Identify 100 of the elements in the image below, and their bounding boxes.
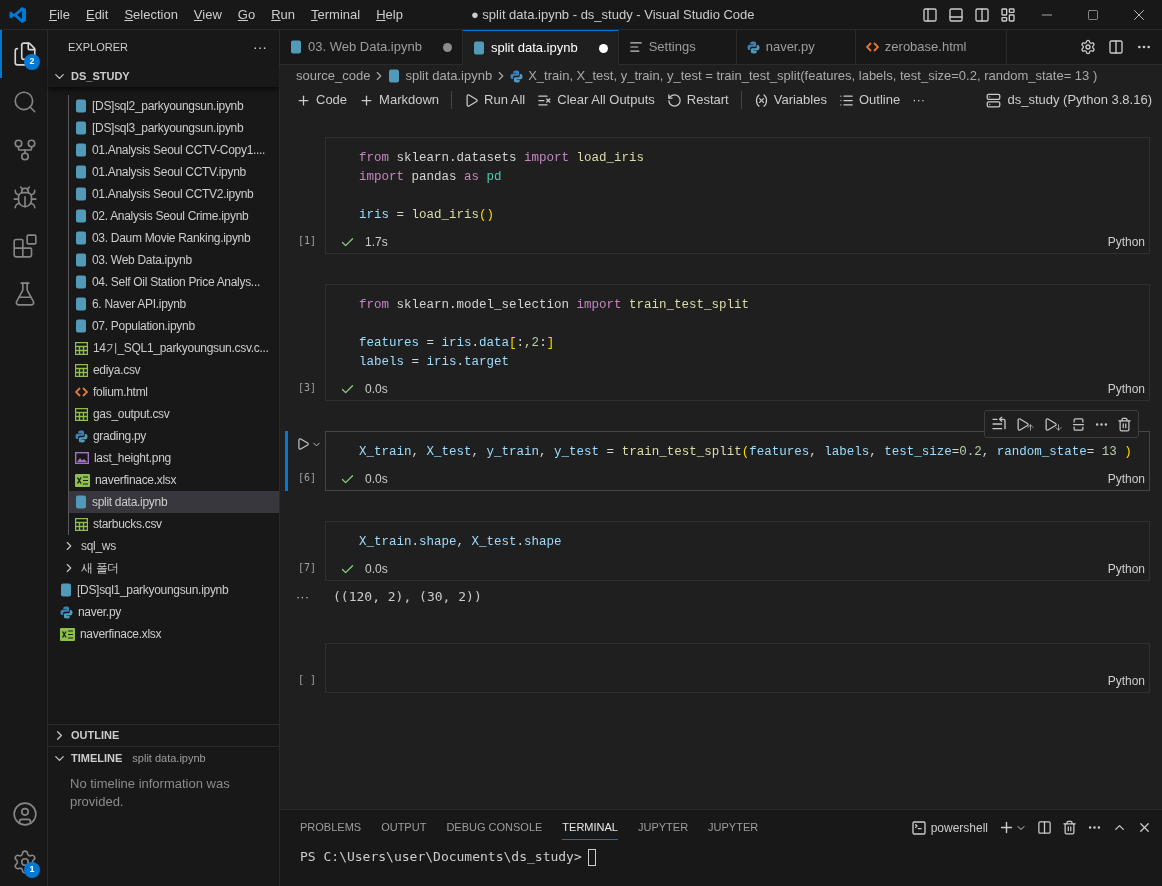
- notebook-icon: [75, 187, 87, 201]
- cell-language[interactable]: Python: [1107, 672, 1145, 690]
- toolbar-button[interactable]: Restart: [660, 90, 735, 110]
- window-title: ● split data.ipynb - ds_study - Visual Studio Code: [470, 5, 755, 24]
- panel-tab[interactable]: JUPYTER: [637, 814, 689, 841]
- editor-tab[interactable]: naver.py: [736, 30, 856, 65]
- file-row[interactable]: grading.py: [69, 425, 279, 447]
- run-above-icon[interactable]: [1015, 416, 1035, 432]
- split-terminal-icon[interactable]: [1037, 820, 1052, 835]
- terminal-cursor: [587, 848, 596, 866]
- outline-section-header[interactable]: OUTLINE: [48, 724, 279, 746]
- file-row[interactable]: naverfinace.xlsx: [69, 469, 279, 491]
- editor-tab[interactable]: zerobase.html: [855, 30, 1008, 65]
- file-row[interactable]: gas_output.csv: [69, 403, 279, 425]
- breadcrumb-item[interactable]: X_train, X_test, y_train, y_test = train_test_split(features, labels, test_size=0.2, random_state= 13 ): [528, 66, 1098, 86]
- editor-tab[interactable]: 03. Web Data.ipynb: [280, 30, 463, 65]
- menu-item[interactable]: File: [41, 4, 78, 25]
- toggle-panel-icon[interactable]: [948, 6, 964, 23]
- python-icon: [510, 69, 524, 83]
- breadcrumb-item[interactable]: source_code: [296, 66, 371, 86]
- plus-icon[interactable]: [998, 819, 1015, 836]
- file-row[interactable]: split data.ipynb: [69, 491, 279, 513]
- file-row[interactable]: 01.Analysis Seoul CCTV2.ipynb: [69, 183, 279, 205]
- delete-icon[interactable]: [1117, 416, 1132, 432]
- cell-language[interactable]: Python: [1107, 233, 1145, 251]
- terminal-profile[interactable]: powershell: [910, 818, 988, 837]
- run-cell-button[interactable]: [296, 437, 310, 451]
- settings-icon[interactable]: [1080, 39, 1096, 55]
- file-row[interactable]: last_height.png: [69, 447, 279, 469]
- menu-item[interactable]: Help: [368, 4, 411, 25]
- folder-row[interactable]: 새 폴더: [48, 557, 279, 579]
- toolbar-button[interactable]: Markdown: [353, 90, 446, 110]
- file-row[interactable]: 03. Daum Movie Ranking.ipynb: [69, 227, 279, 249]
- code-line: from sklearn.datasets import load_iris: [359, 150, 645, 167]
- file-row[interactable]: 6. Naver API.ipynb: [69, 293, 279, 315]
- menu-item[interactable]: Run: [263, 4, 304, 25]
- toggle-sidebar-icon[interactable]: [922, 6, 938, 23]
- panel-tab[interactable]: PROBLEMS: [300, 814, 362, 841]
- file-row[interactable]: naverfinace.xlsx: [48, 623, 279, 645]
- file-row[interactable]: ediya.csv: [69, 359, 279, 381]
- python-icon: [746, 40, 760, 54]
- file-row[interactable]: [DS]sql1_parkyoungsun.ipynb: [48, 579, 279, 601]
- maximize-icon[interactable]: [1087, 8, 1099, 21]
- editor-tab[interactable]: split data.ipynb: [462, 30, 619, 65]
- code-cell[interactable]: from sklearn.datasets import load_iris import pandas as pd iris = load_iris() 1.7s Python: [325, 137, 1150, 254]
- kernel-picker[interactable]: ds_study (Python 3.8.16): [986, 90, 1152, 110]
- panel-tab[interactable]: TERMINAL: [562, 814, 618, 841]
- menu-item[interactable]: Edit: [77, 4, 117, 25]
- split-editor-icon[interactable]: [1108, 39, 1124, 55]
- layout-icon[interactable]: [1000, 6, 1016, 23]
- run-below-icon[interactable]: [1043, 416, 1063, 432]
- code-cell[interactable]: from sklearn.model_selection import train_test_split features = iris.data[:,2:] labels = iris.target 0.0s Python: [325, 284, 1150, 401]
- output-marker[interactable]: ···: [280, 587, 325, 607]
- folder-row[interactable]: sql_ws: [48, 535, 279, 557]
- split-cell-icon[interactable]: [1071, 416, 1086, 432]
- file-row[interactable]: folium.html: [69, 381, 279, 403]
- account-icon: [12, 801, 38, 827]
- close-icon[interactable]: [1137, 820, 1152, 835]
- file-row[interactable]: [DS]sql3_parkyoungsun.ipynb: [69, 117, 279, 139]
- file-row[interactable]: 03. Web Data.ipynb: [69, 249, 279, 271]
- file-row[interactable]: 02. Analysis Seoul Crime.ipynb: [69, 205, 279, 227]
- run-by-line-icon[interactable]: [991, 416, 1007, 432]
- menu-item[interactable]: Terminal: [303, 4, 369, 25]
- activity-settings-item[interactable]: 1: [0, 838, 48, 886]
- file-row[interactable]: 07. Population.ipynb: [69, 315, 279, 337]
- more-actions-button[interactable]: ···: [253, 37, 267, 58]
- panel-tab[interactable]: OUTPUT: [381, 814, 427, 841]
- toolbar-button[interactable]: Variables: [747, 90, 833, 110]
- app-logo-icon: [9, 5, 27, 24]
- section-title: OUTLINE: [71, 728, 120, 744]
- menu-item[interactable]: View: [185, 4, 230, 25]
- toolbar-button[interactable]: Code: [290, 90, 354, 110]
- panel-tab[interactable]: DEBUG CONSOLE: [446, 814, 543, 841]
- code-cell[interactable]: Python: [325, 643, 1150, 693]
- toolbar-button[interactable]: Run All: [458, 90, 532, 110]
- cell-language[interactable]: Python: [1107, 560, 1145, 578]
- file-row[interactable]: 01.Analysis Seoul CCTV-Copy1....: [69, 139, 279, 161]
- panel-tab[interactable]: JUPYTER: [708, 814, 759, 841]
- cell-language[interactable]: Python: [1107, 380, 1145, 398]
- file-row[interactable]: 01.Analysis Seoul CCTV.ipynb: [69, 161, 279, 183]
- menu-item[interactable]: Go: [229, 4, 264, 25]
- more-button[interactable]: ···: [906, 90, 932, 110]
- menu-item[interactable]: Selection: [116, 4, 186, 25]
- code-cell[interactable]: X_train.shape, X_test.shape 0.0s Python: [325, 521, 1150, 581]
- code-line: labels = iris.target: [359, 354, 510, 371]
- delete-icon[interactable]: [1062, 820, 1077, 835]
- file-row[interactable]: starbucks.csv: [69, 513, 279, 535]
- code-cell[interactable]: X_train, X_test, y_train, y_test = train_test_split(features, labels, test_size=0.2, random_state= 13 ) 0.0s Python: [325, 431, 1150, 491]
- editor-tab[interactable]: Settings: [618, 30, 737, 65]
- file-row[interactable]: naver.py: [48, 601, 279, 623]
- workspace-folder-header[interactable]: DS_STUDY: [48, 65, 279, 87]
- file-row[interactable]: 14기_SQL1_parkyoungsun.csv.c...: [69, 337, 279, 359]
- toolbar-button[interactable]: Clear All Outputs: [531, 90, 661, 110]
- file-row[interactable]: 04. Self Oil Station Price Analys...: [69, 271, 279, 293]
- cell-language[interactable]: Python: [1107, 470, 1145, 488]
- file-row[interactable]: [DS]sql2_parkyoungsun.ipynb: [69, 95, 279, 117]
- breadcrumb-item[interactable]: split data.ipynb: [405, 66, 493, 86]
- toggle-secondary-sidebar-icon[interactable]: [974, 6, 990, 23]
- toolbar-button[interactable]: Outline: [832, 90, 907, 110]
- execution-time: 0.0s: [365, 561, 388, 578]
